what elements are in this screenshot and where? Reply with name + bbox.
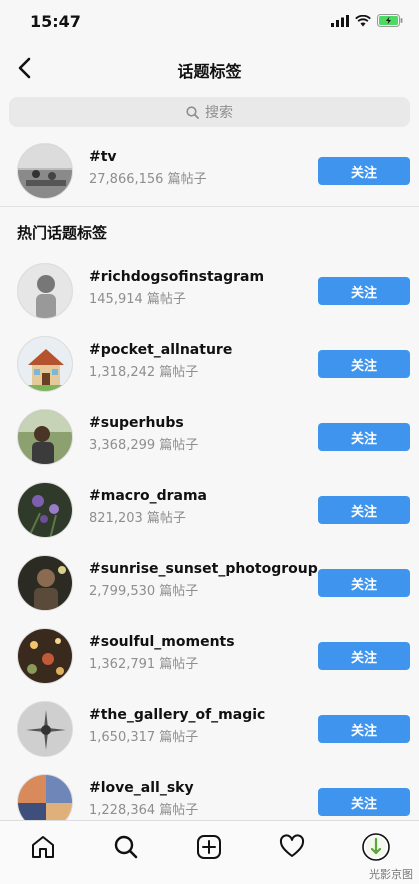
- page-title: 话题标签: [177, 62, 242, 81]
- post-count: 1,318,242 篇帖子: [89, 365, 199, 380]
- hashtag-avatar: [17, 555, 73, 611]
- hashtag-avatar: [17, 336, 73, 392]
- hashtag-row[interactable]: #macro_drama 821,203 篇帖子 关注: [0, 474, 419, 547]
- heart-icon: [279, 834, 305, 857]
- post-count: 3,368,299 篇帖子: [89, 438, 199, 453]
- follow-button[interactable]: 关注: [318, 350, 410, 378]
- search-placeholder: 搜索: [205, 105, 233, 121]
- hashtag-row[interactable]: #superhubs 3,368,299 篇帖子 关注: [0, 401, 419, 474]
- hashtag-avatar: [17, 143, 73, 199]
- follow-button[interactable]: 关注: [318, 496, 410, 524]
- tab-profile[interactable]: [360, 831, 392, 863]
- hashtag-name: #soulful_moments: [89, 634, 235, 650]
- battery-icon: [377, 14, 403, 27]
- divider: [0, 206, 419, 207]
- post-count: 1,650,317 篇帖子: [89, 730, 199, 745]
- hashtag-avatar: [17, 701, 73, 757]
- hashtag-name: #richdogsofinstagram: [89, 269, 265, 285]
- post-count: 1,228,364 篇帖子: [89, 803, 199, 818]
- hashtag-name: #tv: [89, 149, 117, 165]
- hashtag-row[interactable]: #pocket_allnature 1,318,242 篇帖子 关注: [0, 328, 419, 401]
- post-count: 821,203 篇帖子: [89, 511, 186, 526]
- tab-bar: 光影京图: [0, 820, 419, 884]
- post-count: 27,866,156 篇帖子: [89, 172, 207, 187]
- tab-search[interactable]: [110, 831, 142, 863]
- tab-new-post[interactable]: [193, 831, 225, 863]
- post-count: 145,914 篇帖子: [89, 292, 186, 307]
- search-input[interactable]: 搜索: [9, 97, 410, 127]
- post-count: 1,362,791 篇帖子: [89, 657, 199, 672]
- hashtag-row[interactable]: #the_gallery_of_magic 1,650,317 篇帖子 关注: [0, 693, 419, 766]
- follow-button[interactable]: 关注: [318, 715, 410, 743]
- new-post-icon: [197, 835, 221, 859]
- home-icon: [32, 836, 54, 858]
- follow-button[interactable]: 关注: [318, 157, 410, 185]
- watermark: 光影京图: [369, 868, 413, 881]
- search-area: 搜索: [0, 92, 419, 132]
- follow-button[interactable]: 关注: [318, 423, 410, 451]
- hashtag-avatar: [17, 263, 73, 319]
- nav-bar: 话题标签: [0, 44, 419, 92]
- hashtag-name: #pocket_allnature: [89, 342, 233, 358]
- hashtag-name: #superhubs: [89, 415, 184, 431]
- follow-button[interactable]: 关注: [318, 277, 410, 305]
- profile-avatar: [362, 833, 390, 861]
- tab-home[interactable]: [27, 831, 59, 863]
- follow-button[interactable]: 关注: [318, 642, 410, 670]
- search-icon: [186, 105, 199, 119]
- hashtag-avatar: [17, 482, 73, 538]
- post-count: 2,799,530 篇帖子: [89, 584, 199, 599]
- section-title: 热门话题标签: [17, 224, 108, 242]
- tab-activity[interactable]: [276, 831, 308, 863]
- hashtag-row[interactable]: #soulful_moments 1,362,791 篇帖子 关注: [0, 620, 419, 693]
- search-icon: [114, 835, 138, 859]
- hashtag-name: #the_gallery_of_magic: [89, 707, 266, 723]
- hashtag-name: #love_all_sky: [89, 780, 194, 796]
- follow-button[interactable]: 关注: [318, 569, 410, 597]
- hashtag-name: #sunrise_sunset_photogroup: [89, 561, 318, 577]
- wifi-icon: [355, 14, 371, 26]
- hashtag-row[interactable]: #richdogsofinstagram 145,914 篇帖子 关注: [0, 255, 419, 328]
- follow-button[interactable]: 关注: [318, 788, 410, 816]
- status-bar: 15:47: [0, 0, 419, 44]
- hashtag-name: #macro_drama: [89, 488, 207, 504]
- status-time: 15:47: [30, 12, 81, 31]
- hashtag-avatar: [17, 628, 73, 684]
- hashtag-row[interactable]: #sunrise_sunset_photogroup 2,799,530 篇帖子…: [0, 547, 419, 620]
- signal-icon: [331, 14, 349, 27]
- featured-hashtag-row[interactable]: #tv 27,866,156 篇帖子 关注: [0, 135, 419, 208]
- hashtag-avatar: [17, 409, 73, 465]
